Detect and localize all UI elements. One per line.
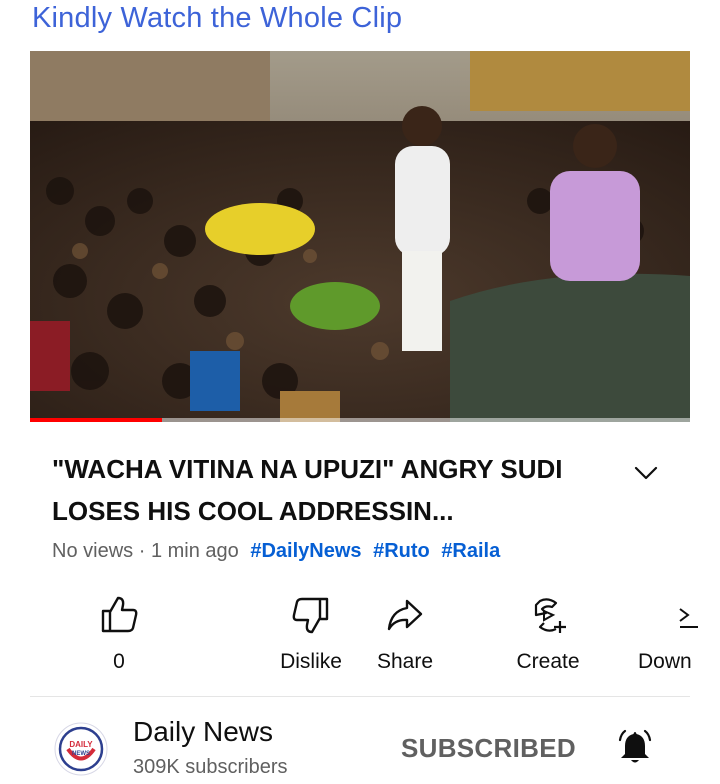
create-icon <box>534 598 566 633</box>
action-bar: 0 Dislike Share Create Down <box>48 592 720 676</box>
download-icon <box>679 608 698 628</box>
video-title: "WACHA VITINA NA UPUZI" ANGRY SUDI LOSES… <box>52 454 563 526</box>
share-label: Share <box>376 650 434 673</box>
view-count: No views <box>52 540 134 562</box>
bell-icon[interactable] <box>616 728 654 766</box>
svg-text:NEWS: NEWS <box>72 751 90 757</box>
create-button[interactable]: Create <box>478 592 618 674</box>
video-progress-track[interactable] <box>30 418 690 422</box>
meta-separator: · <box>138 540 146 562</box>
download-button[interactable]: Down <box>622 592 720 674</box>
divider <box>30 696 690 697</box>
hashtag-link[interactable]: #Raila <box>441 540 500 562</box>
hashtag-link[interactable]: #Ruto <box>373 540 430 562</box>
top-banner-text: Kindly Watch the Whole Clip <box>32 2 403 34</box>
share-button[interactable]: Share <box>335 592 475 674</box>
channel-name[interactable]: Daily News <box>133 716 273 748</box>
subscriber-count: 309K subscribers <box>133 756 288 778</box>
video-frame-image <box>30 51 690 422</box>
video-meta: No views · 1 min ago #DailyNews #Ruto #R… <box>52 540 500 563</box>
hashtag-link[interactable]: #DailyNews <box>250 540 361 562</box>
channel-avatar[interactable]: DAILY NEWS <box>54 722 108 776</box>
share-icon <box>387 599 423 631</box>
like-button[interactable]: 0 <box>49 592 189 674</box>
upload-age: 1 min ago <box>150 540 239 562</box>
like-count: 0 <box>113 650 125 673</box>
video-progress-fill <box>30 418 162 422</box>
svg-text:DAILY: DAILY <box>69 740 93 749</box>
download-label: Down <box>638 650 692 673</box>
create-label: Create <box>516 650 580 673</box>
chevron-down-icon[interactable] <box>632 458 660 486</box>
thumbs-down-icon <box>292 597 329 634</box>
video-player[interactable] <box>30 51 690 422</box>
thumbs-up-icon <box>101 596 138 633</box>
subscribed-button[interactable]: SUBSCRIBED <box>401 733 576 764</box>
